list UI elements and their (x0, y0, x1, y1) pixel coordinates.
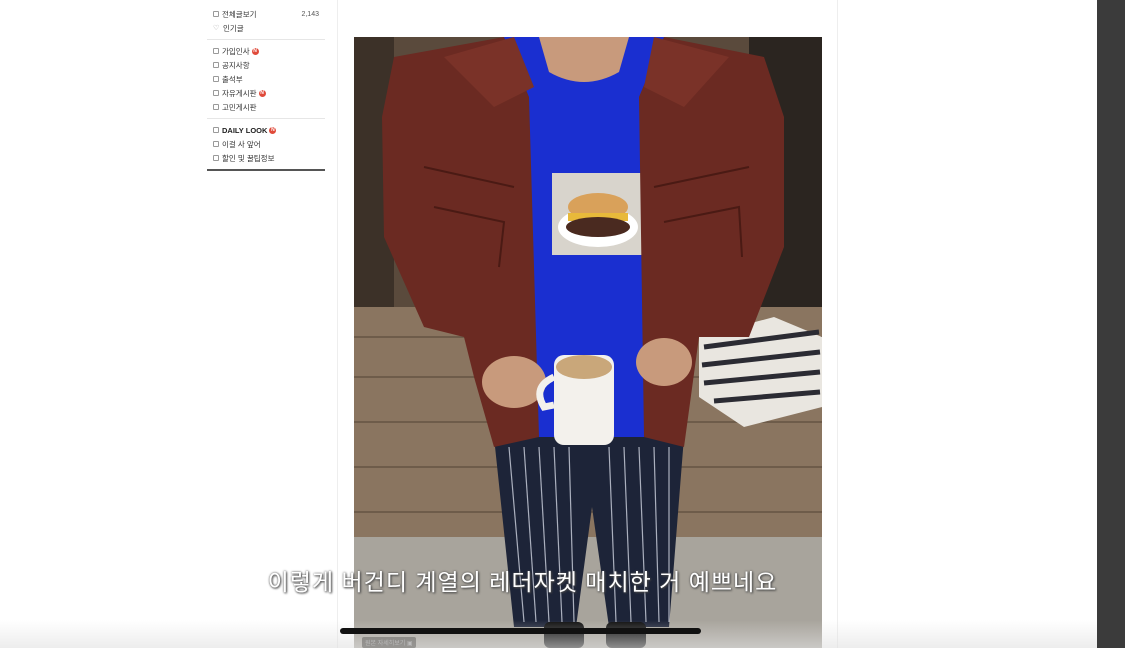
sidebar-item-label: 공지사항 (222, 60, 250, 70)
board-icon (213, 155, 219, 161)
sidebar-item-label: 고민게시판 (222, 102, 257, 112)
new-badge: N (258, 89, 266, 97)
sidebar-item-notice[interactable]: 공지사항 (207, 58, 325, 72)
sidebar-item-popular[interactable]: ♡ 인기글 (207, 21, 325, 35)
image-board-icon (213, 127, 219, 133)
image-board-icon (213, 141, 219, 147)
board-icon (213, 11, 219, 17)
sidebar-item-label: 가입인사 (222, 46, 250, 56)
new-badge: N (251, 47, 259, 55)
sidebar-bottom-rule (207, 169, 325, 171)
heart-icon: ♡ (213, 24, 220, 32)
sidebar-item-label: 인기글 (223, 23, 244, 33)
divider (207, 118, 325, 119)
sidebar-item-free-board[interactable]: 자유게시판 N (207, 86, 325, 100)
new-badge: N (269, 126, 277, 134)
divider (207, 39, 325, 40)
sidebar-item-discount-tips[interactable]: 할인 및 꿀팁정보 (207, 151, 325, 165)
board-icon (213, 90, 219, 96)
sidebar-item-greetings[interactable]: 가입인사 N (207, 44, 325, 58)
post-count: 2,143 (301, 10, 319, 18)
video-subtitle: 이렇게 버건디 계열의 레더자켓 매치한 거 예쁘네요 (267, 569, 778, 595)
sidebar-item-all-posts[interactable]: 전체글보기 2,143 (207, 7, 325, 21)
sidebar-item-attendance[interactable]: 출석부 (207, 72, 325, 86)
board-icon (213, 48, 219, 54)
sidebar-item-label: 자유게시판 (222, 88, 257, 98)
window-edge (1097, 0, 1125, 648)
sidebar-item-label: 출석부 (222, 74, 243, 84)
outfit-photo-illustration (354, 37, 822, 648)
sidebar-item-worry-board[interactable]: 고민게시판 (207, 100, 325, 114)
post-photo[interactable] (354, 37, 822, 648)
cafe-sidebar: 전체글보기 2,143 ♡ 인기글 가입인사 N 공지사항 출석부 자유게시판 … (207, 0, 325, 171)
sidebar-item-label: DAILY LOOK (222, 125, 268, 135)
photo-original-view-link[interactable]: 원본 자세히보기 ▣ (362, 637, 416, 648)
checkbook-icon (213, 76, 219, 82)
board-icon (213, 104, 219, 110)
sidebar-item-label: 할인 및 꿀팁정보 (222, 153, 275, 163)
home-indicator-bar[interactable] (340, 628, 701, 634)
sidebar-item-daily-look[interactable]: DAILY LOOK N (207, 123, 325, 137)
sidebar-item-label: 전체글보기 (222, 9, 257, 19)
sidebar-item-buy-this[interactable]: 이걸 사 앞어 (207, 137, 325, 151)
board-icon (213, 62, 219, 68)
sidebar-item-label: 이걸 사 앞어 (222, 139, 261, 149)
